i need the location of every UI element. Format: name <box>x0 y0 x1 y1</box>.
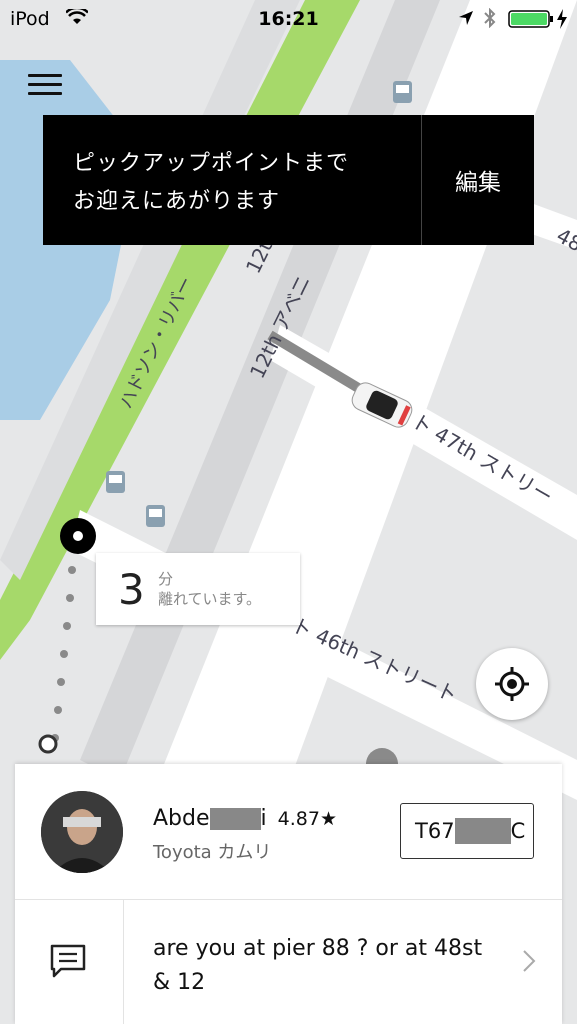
license-plate: T67 C <box>400 803 534 859</box>
driver-info[interactable]: Abde i 4.87★ Toyota カムリ T67 C <box>15 764 562 900</box>
bus-stop-icon <box>393 81 412 103</box>
menu-icon <box>28 74 62 77</box>
car-model: Toyota カムリ <box>153 842 272 863</box>
driver-rating: 4.87★ <box>277 808 337 830</box>
charging-icon <box>557 9 567 29</box>
banner-message: ピックアップポイントまで お迎えにあがります <box>73 151 350 214</box>
chevron-right-icon <box>523 950 536 972</box>
bus-stop-icon <box>106 471 125 493</box>
eta-unit: 分 <box>158 570 174 588</box>
chat-button[interactable] <box>15 899 124 1024</box>
last-message: are you at pier 88 ? or at 48st & 12 <box>153 936 483 995</box>
location-arrow-icon <box>459 11 473 25</box>
driver-avatar <box>41 791 123 873</box>
eta-tooltip: 3 分 離れています。 <box>96 553 300 625</box>
redaction-box <box>209 808 261 830</box>
eta-minutes: 3 <box>118 564 145 614</box>
bluetooth-icon <box>484 8 496 28</box>
edit-button[interactable]: 編集 <box>422 115 534 245</box>
status-bar: iPod 16:21 <box>0 0 577 38</box>
recenter-button[interactable] <box>476 648 548 720</box>
redaction-box <box>454 818 511 844</box>
eta-label: 離れています。 <box>158 590 262 608</box>
driver-name: Abde i 4.87★ <box>153 806 337 831</box>
menu-button[interactable] <box>28 74 62 98</box>
crosshair-icon <box>495 667 529 701</box>
driver-card: Abde i 4.87★ Toyota カムリ T67 C are you at p… <box>15 764 562 1024</box>
chat-bubble-icon <box>50 944 86 978</box>
pickup-banner: ピックアップポイントまで お迎えにあがります 編集 <box>43 115 534 245</box>
bus-stop-icon <box>146 505 165 527</box>
message-row[interactable]: are you at pier 88 ? or at 48st & 12 <box>15 899 562 1024</box>
battery-icon <box>508 10 553 28</box>
